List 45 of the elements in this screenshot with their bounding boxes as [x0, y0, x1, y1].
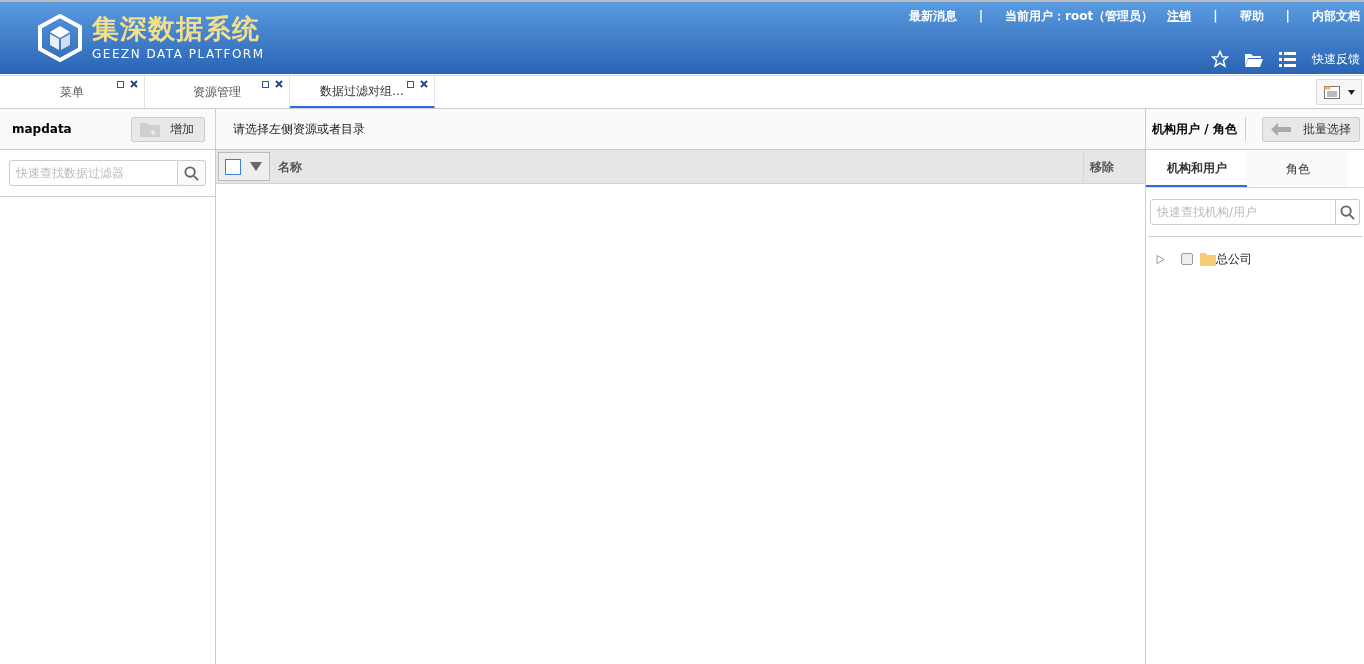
star-icon[interactable] [1211, 50, 1229, 68]
close-icon[interactable] [130, 80, 138, 88]
list-icon[interactable] [1279, 51, 1296, 67]
hint-text: 请选择左侧资源或者目录 [233, 121, 365, 138]
tab[interactable]: 角色 [1247, 151, 1348, 187]
logo-subtitle: GEEZN DATA PLATFORM [92, 46, 265, 63]
search-icon [184, 165, 199, 181]
feedback-link[interactable]: 快速反馈 [1312, 50, 1360, 68]
document-icon [1323, 85, 1340, 99]
column-header: 移除 [1083, 150, 1145, 183]
separator: | [1213, 8, 1218, 25]
tab-menu-button[interactable] [1316, 79, 1362, 105]
search-field[interactable]: 快速查找机构/用户 [1150, 199, 1336, 225]
tree-label[interactable]: 总公司 [1216, 250, 1252, 268]
folder-icon [1200, 252, 1216, 266]
tab[interactable]: 菜单 [0, 76, 145, 108]
separator: | [978, 8, 984, 25]
separator: | [1285, 8, 1290, 25]
expand-icon[interactable] [1156, 254, 1165, 264]
add-folder-icon [140, 121, 160, 137]
panel-title: mapdata [12, 121, 72, 138]
batch-select-button[interactable]: 批量选择 [1262, 116, 1360, 142]
select-all-dropdown[interactable] [218, 152, 270, 181]
checkbox[interactable] [225, 158, 241, 175]
panel-title: 机构用户 / 角色 [1152, 117, 1246, 141]
search-icon [1340, 204, 1355, 220]
caret-icon [250, 162, 262, 171]
checkbox[interactable] [1181, 253, 1193, 265]
search-field[interactable]: 快速查找数据过滤器 [9, 160, 178, 186]
column-header: 名称 [278, 158, 303, 176]
search-button[interactable] [178, 160, 206, 186]
folder-icon[interactable] [1245, 51, 1263, 67]
maximize-icon[interactable] [407, 80, 414, 88]
maximize-icon[interactable] [117, 80, 124, 88]
tab[interactable]: 资源管理 [145, 76, 290, 108]
close-icon[interactable] [420, 80, 428, 88]
add-button[interactable]: 增加 [131, 116, 205, 142]
logo-title: 集深数据系统 [92, 13, 261, 45]
maximize-icon[interactable] [262, 80, 269, 88]
search-button[interactable] [1336, 199, 1360, 225]
left-arrow-icon [1271, 122, 1291, 136]
caret-icon [1347, 89, 1355, 95]
current-user-label: 当前用户：root（管理员） [1005, 8, 1154, 25]
cube-logo-icon [36, 14, 84, 62]
close-icon[interactable] [275, 80, 283, 88]
